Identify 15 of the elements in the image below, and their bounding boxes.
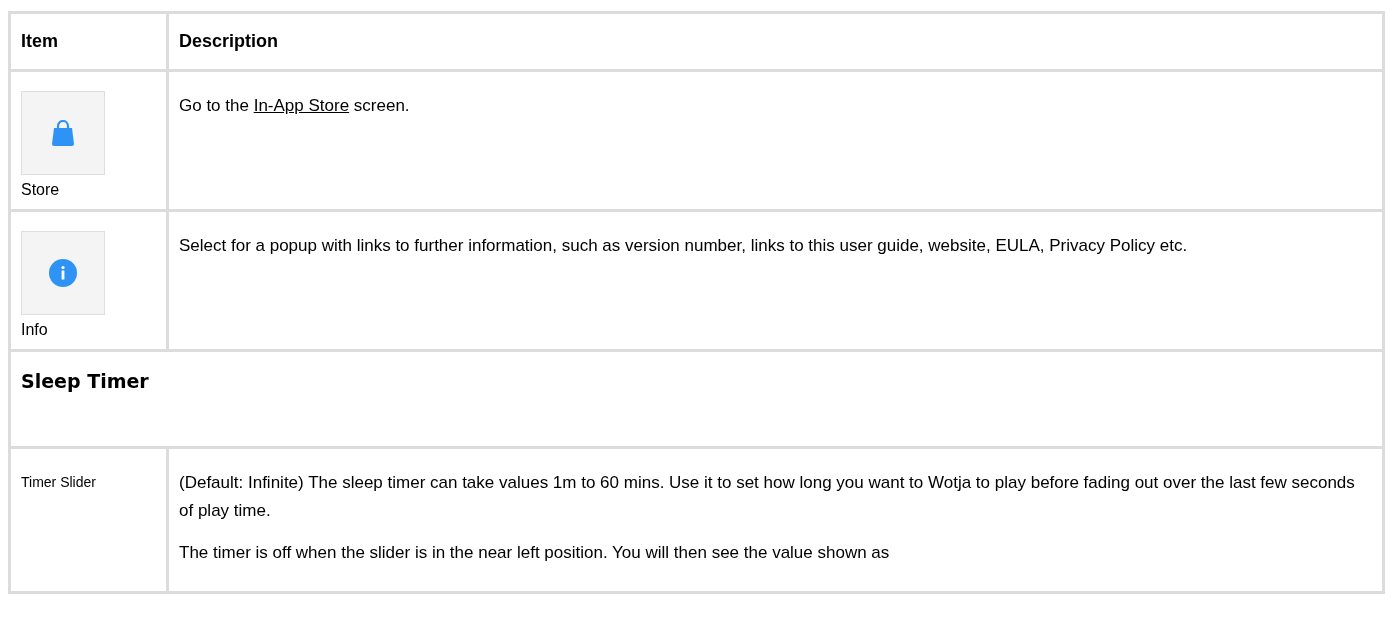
item-label: Store [21, 181, 60, 199]
info-button[interactable] [21, 231, 105, 315]
info-icon [49, 259, 77, 287]
column-header: Item [9, 12, 168, 71]
shopping-bag-icon [51, 120, 75, 146]
description-text: Go to the In-App Store screen. [179, 95, 411, 117]
item-label: Timer Slider [21, 474, 96, 490]
store-link[interactable]: In-App Store [253, 96, 350, 115]
shopping-bag-button[interactable] [21, 91, 105, 175]
description-text: The timer is off when the slider is in the near left position. You will then see the value shown as [179, 542, 891, 564]
section-heading: Sleep Timer [21, 370, 149, 392]
description-text: Select for a popup with links to further information, such as version number, links to this user guide, website, EULA, Privacy Policy etc. [179, 235, 1189, 257]
item-label: Info [21, 321, 48, 339]
column-header: Description [167, 12, 1384, 71]
description-text: (Default: Infinite) The sleep timer can take values 1m to 60 mins. Use it to set how long you want to Wotja to play before fading out over the last few seconds of play time. [179, 472, 1356, 522]
